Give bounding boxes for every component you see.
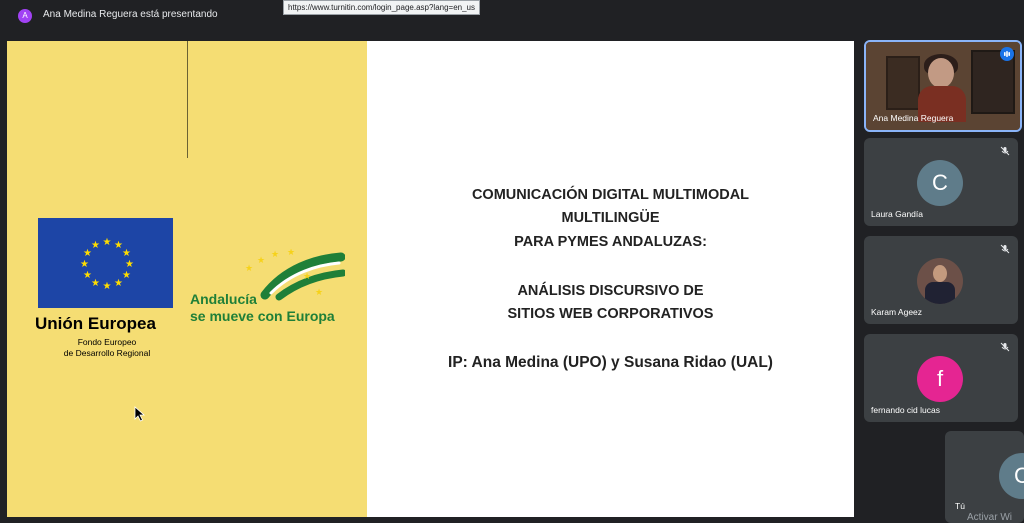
svg-text:★: ★ [271, 250, 279, 260]
shared-screen: ★ ★ ★ ★ ★ ★ ★ ★ ★ ★ ★ ★ Unión Europea Fo… [7, 41, 854, 517]
eu-subtitle-2: de Desarrollo Regional [63, 348, 151, 358]
slide-title-panel: COMUNICACIÓN DIGITAL MULTIMODAL MULTILIN… [367, 41, 854, 517]
mic-off-icon [1000, 342, 1010, 352]
slide-title-line-1: COMUNICACIÓN DIGITAL MULTIMODAL [471, 187, 750, 203]
participant-name: fernando cid lucas [871, 405, 940, 415]
video-background-door [886, 56, 920, 110]
svg-text:★: ★ [83, 270, 92, 281]
participant-name: Laura Gandía [871, 209, 923, 219]
presentation-bar: A Ana Medina Reguera está presentando [0, 0, 1024, 32]
participant-avatar: f [917, 356, 963, 402]
svg-text:★: ★ [315, 288, 323, 298]
eu-subtitle-1: Fondo Europeo [77, 337, 137, 347]
speaking-indicator-icon [1000, 47, 1014, 61]
participant-tile-fernando[interactable]: f fernando cid lucas [864, 334, 1018, 422]
svg-text:★: ★ [80, 259, 89, 270]
svg-text:★: ★ [122, 248, 131, 259]
url-tooltip: https://www.turnitin.com/login_page.asp?… [283, 0, 481, 15]
slide-title-line-6: IP: Ana Medina (UPO) y Susana Ridao (UAL… [448, 354, 773, 371]
andalucia-logo-icon: ★ ★ ★ ★ ★ ★ [245, 249, 345, 301]
photo-person-body [925, 282, 955, 304]
participant-tile-ana[interactable]: Ana Medina Reguera [864, 40, 1022, 132]
participant-tile-laura[interactable]: C Laura Gandía [864, 138, 1018, 226]
eu-title: Unión Europea [35, 314, 156, 333]
participant-name: Karam Ageez [871, 307, 923, 317]
svg-text:★: ★ [245, 264, 253, 274]
svg-text:★: ★ [303, 272, 311, 282]
participant-photo [917, 258, 963, 304]
svg-text:★: ★ [287, 249, 295, 258]
slide-title-line-3: PARA PYMES ANDALUZAS: [514, 234, 707, 250]
andalucia-line-1: Andalucía [190, 291, 257, 307]
participant-avatar: C [917, 160, 963, 206]
svg-text:★: ★ [122, 270, 131, 281]
presenting-label: Ana Medina Reguera está presentando [43, 9, 218, 20]
activate-windows-watermark: Activar Wi [967, 512, 1012, 523]
photo-person-face [933, 265, 947, 282]
participant-tile-karam[interactable]: Karam Ageez [864, 236, 1018, 324]
svg-text:★: ★ [125, 259, 134, 270]
mic-off-icon [1000, 244, 1010, 254]
self-avatar: C [999, 453, 1024, 499]
svg-text:★: ★ [103, 281, 112, 292]
svg-text:★: ★ [91, 278, 100, 289]
slide-logo-panel: ★ ★ ★ ★ ★ ★ ★ ★ ★ ★ ★ ★ Unión Europea Fo… [7, 41, 367, 517]
slide-title-line-2: MULTILINGÜE [561, 210, 660, 226]
slide-title-line-4: ANÁLISIS DISCURSIVO DE [517, 283, 704, 299]
self-tile[interactable]: C Tú [945, 431, 1024, 523]
slide-divider [187, 41, 188, 158]
mouse-cursor-icon [134, 406, 146, 422]
svg-text:★: ★ [103, 237, 112, 248]
mic-off-icon [1000, 146, 1010, 156]
svg-text:★: ★ [91, 240, 100, 251]
self-name: Tú [955, 501, 965, 511]
video-person-head [928, 58, 954, 88]
andalucia-line-2: se mueve con Europa [190, 308, 335, 324]
svg-text:★: ★ [114, 278, 123, 289]
presenter-avatar: A [18, 9, 32, 23]
eu-flag-logo: ★ ★ ★ ★ ★ ★ ★ ★ ★ ★ ★ ★ [38, 218, 173, 308]
svg-text:★: ★ [257, 256, 265, 266]
eu-stars-icon: ★ ★ ★ ★ ★ ★ ★ ★ ★ ★ ★ ★ [80, 237, 134, 292]
slide-title-line-5: SITIOS WEB CORPORATIVOS [507, 306, 714, 322]
participant-name: Ana Medina Reguera [873, 113, 954, 123]
